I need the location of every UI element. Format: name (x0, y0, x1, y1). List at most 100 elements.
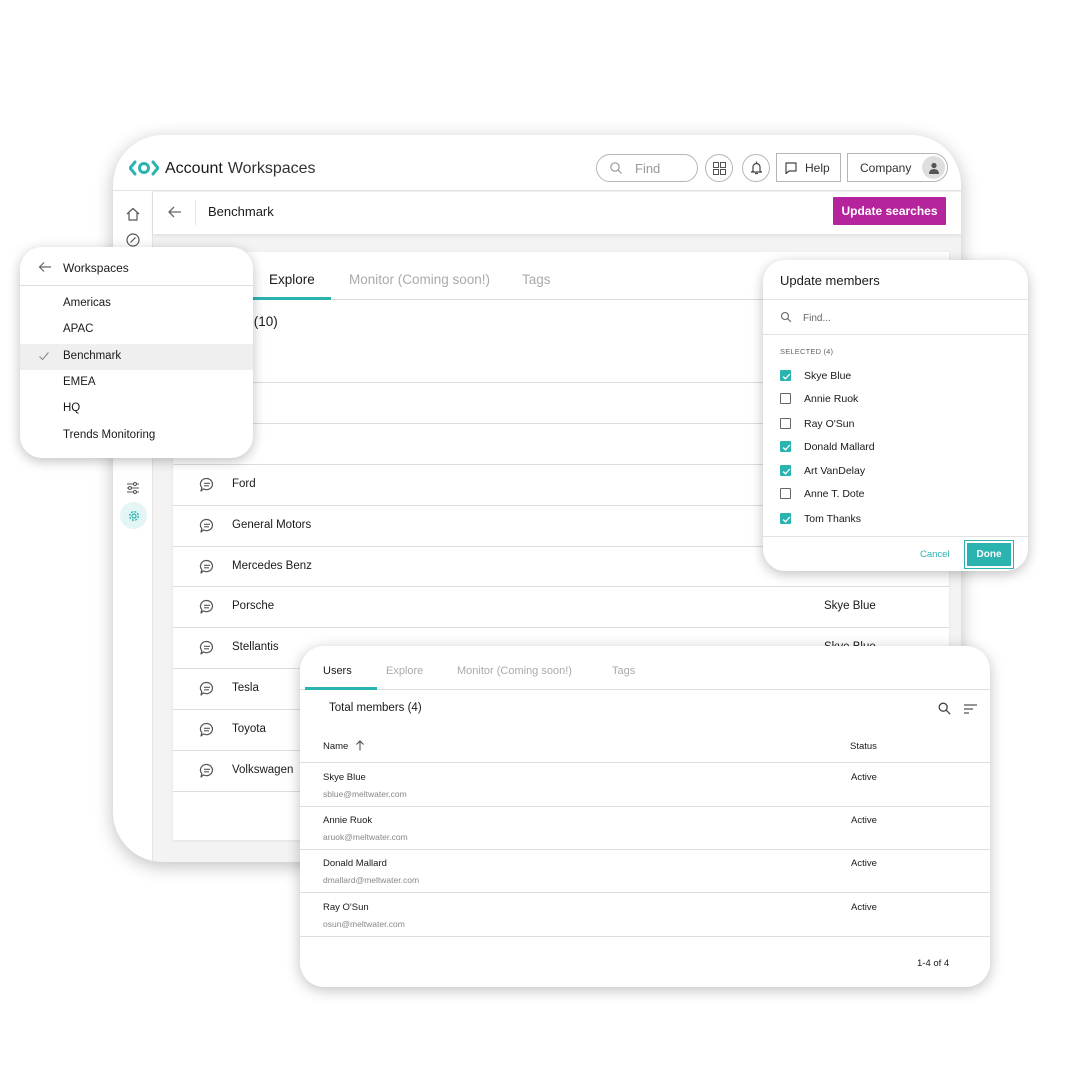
search-name: Tesla (232, 682, 259, 694)
sort-filter-icon[interactable] (964, 703, 977, 715)
app-title-primary: Account (165, 160, 223, 177)
chat-bubble-icon (199, 518, 213, 533)
update-members-title: Update members (780, 273, 880, 288)
member-checkbox[interactable] (780, 465, 791, 476)
workspace-item-label: HQ (63, 402, 81, 414)
page-title: Benchmark (208, 204, 274, 219)
user-status: Active (851, 815, 877, 826)
workspace-item-label: Trends Monitoring (63, 429, 156, 441)
user-email: osun@meltwater.com (323, 919, 405, 929)
workspace-item[interactable]: Benchmark (20, 344, 253, 370)
sort-ascending-arrow-icon[interactable] (355, 740, 365, 751)
back-arrow-icon[interactable] (167, 204, 183, 220)
chat-bubble-icon (199, 477, 213, 492)
compass-icon[interactable] (125, 232, 141, 248)
chat-bubble-icon (199, 559, 213, 574)
workspace-item-label: APAC (63, 323, 94, 335)
user-status: Active (851, 772, 877, 783)
selected-count-label: SELECTED (4) (780, 347, 834, 356)
company-menu-button[interactable]: Company (847, 153, 948, 182)
workspace-item-label: Benchmark (63, 350, 122, 362)
member-option[interactable]: Ray O'Sun (763, 414, 1028, 434)
tab-tags[interactable]: Tags (612, 665, 635, 677)
workspace-item[interactable]: APAC (20, 317, 253, 343)
user-status: Active (851, 902, 877, 913)
workspace-item[interactable]: Trends Monitoring (20, 423, 253, 449)
member-checkbox[interactable] (780, 418, 791, 429)
company-label: Company (860, 160, 912, 175)
user-name: Skye Blue (323, 772, 366, 783)
user-email: aruok@meltwater.com (323, 832, 408, 842)
help-button[interactable]: Help (776, 153, 841, 182)
global-search-input[interactable] (635, 159, 693, 177)
member-checkbox[interactable] (780, 393, 791, 404)
settings-nav-item[interactable] (120, 502, 147, 529)
chat-bubble-icon (199, 599, 213, 614)
member-name: Skye Blue (804, 370, 852, 382)
table-row[interactable]: Ray O'Sun osun@meltwater.com Active (300, 893, 990, 936)
member-name: Ray O'Sun (804, 418, 855, 430)
search-row[interactable]: Porsche Skye Blue (173, 586, 949, 627)
column-header-name[interactable]: Name (323, 741, 348, 752)
divider (763, 536, 1028, 537)
tab-monitor[interactable]: Monitor (Coming soon!) (349, 272, 490, 287)
users-panel: Users Explore Monitor (Coming soon!) Tag… (300, 646, 990, 987)
column-header-status[interactable]: Status (850, 741, 877, 752)
workspace-item-label: EMEA (63, 376, 96, 388)
home-icon[interactable] (125, 206, 141, 222)
table-row[interactable]: Annie Ruok aruok@meltwater.com Active (300, 806, 990, 849)
user-name: Annie Ruok (323, 815, 373, 826)
checkmark-icon (782, 444, 791, 451)
member-option[interactable]: Art VanDelay (763, 461, 1028, 481)
table-row[interactable]: Donald Mallard dmallard@meltwater.com Acti… (300, 849, 990, 892)
checkmark-icon (782, 516, 791, 523)
divider (300, 936, 990, 937)
back-arrow-icon[interactable] (38, 260, 52, 274)
member-checkbox[interactable] (780, 441, 791, 452)
cancel-button[interactable]: Cancel (920, 549, 950, 560)
users-panel-tabs: Users Explore Monitor (Coming soon!) Tag… (300, 646, 990, 690)
tab-monitor[interactable]: Monitor (Coming soon!) (457, 665, 572, 677)
member-checkbox[interactable] (780, 513, 791, 524)
table-row[interactable]: Skye Blue sblue@meltwater.com Active (300, 763, 990, 806)
apps-grid-button[interactable] (705, 154, 733, 182)
notifications-button[interactable] (742, 154, 770, 182)
members-search-input[interactable] (803, 309, 1003, 327)
member-option[interactable]: Anne T. Dote (763, 484, 1028, 504)
user-icon (928, 162, 939, 174)
active-tab-indicator (305, 687, 377, 690)
sliders-icon[interactable] (125, 480, 141, 496)
total-members-label: Total members (4) (329, 702, 422, 714)
workspace-item[interactable]: HQ (20, 396, 253, 422)
global-search[interactable] (596, 154, 698, 182)
help-label: Help (805, 160, 830, 175)
member-option[interactable]: Donald Mallard (763, 437, 1028, 457)
bell-icon (750, 161, 762, 175)
tab-users[interactable]: Users (323, 665, 352, 677)
member-checkbox[interactable] (780, 370, 791, 381)
member-option[interactable]: Skye Blue (763, 366, 1028, 386)
avatar (922, 156, 945, 179)
chat-bubble-icon (785, 161, 797, 174)
workspace-item-label: Americas (63, 297, 111, 309)
workspaces-title: Workspaces (63, 261, 129, 275)
divider (763, 299, 1028, 300)
search-icon[interactable] (938, 702, 951, 715)
app-title: Account Workspaces (165, 160, 316, 178)
update-searches-button[interactable]: Update searches (833, 197, 946, 225)
workspaces-dropdown-header: Workspaces (20, 247, 253, 286)
workspace-item[interactable]: EMEA (20, 370, 253, 396)
member-checkbox[interactable] (780, 488, 791, 499)
done-button[interactable]: Done (964, 540, 1014, 569)
tab-tags[interactable]: Tags (522, 272, 551, 287)
gear-icon (128, 510, 139, 521)
checkmark-icon (39, 352, 49, 361)
tab-explore[interactable]: Explore (386, 665, 423, 677)
user-name: Ray O'Sun (323, 902, 369, 913)
member-option[interactable]: Annie Ruok (763, 389, 1028, 409)
user-name: Donald Mallard (323, 858, 387, 869)
tab-explore[interactable]: Explore (269, 272, 315, 287)
member-option[interactable]: Tom Thanks (763, 509, 1028, 529)
search-name: Volkswagen (232, 764, 294, 776)
workspace-item[interactable]: Americas (20, 291, 253, 317)
